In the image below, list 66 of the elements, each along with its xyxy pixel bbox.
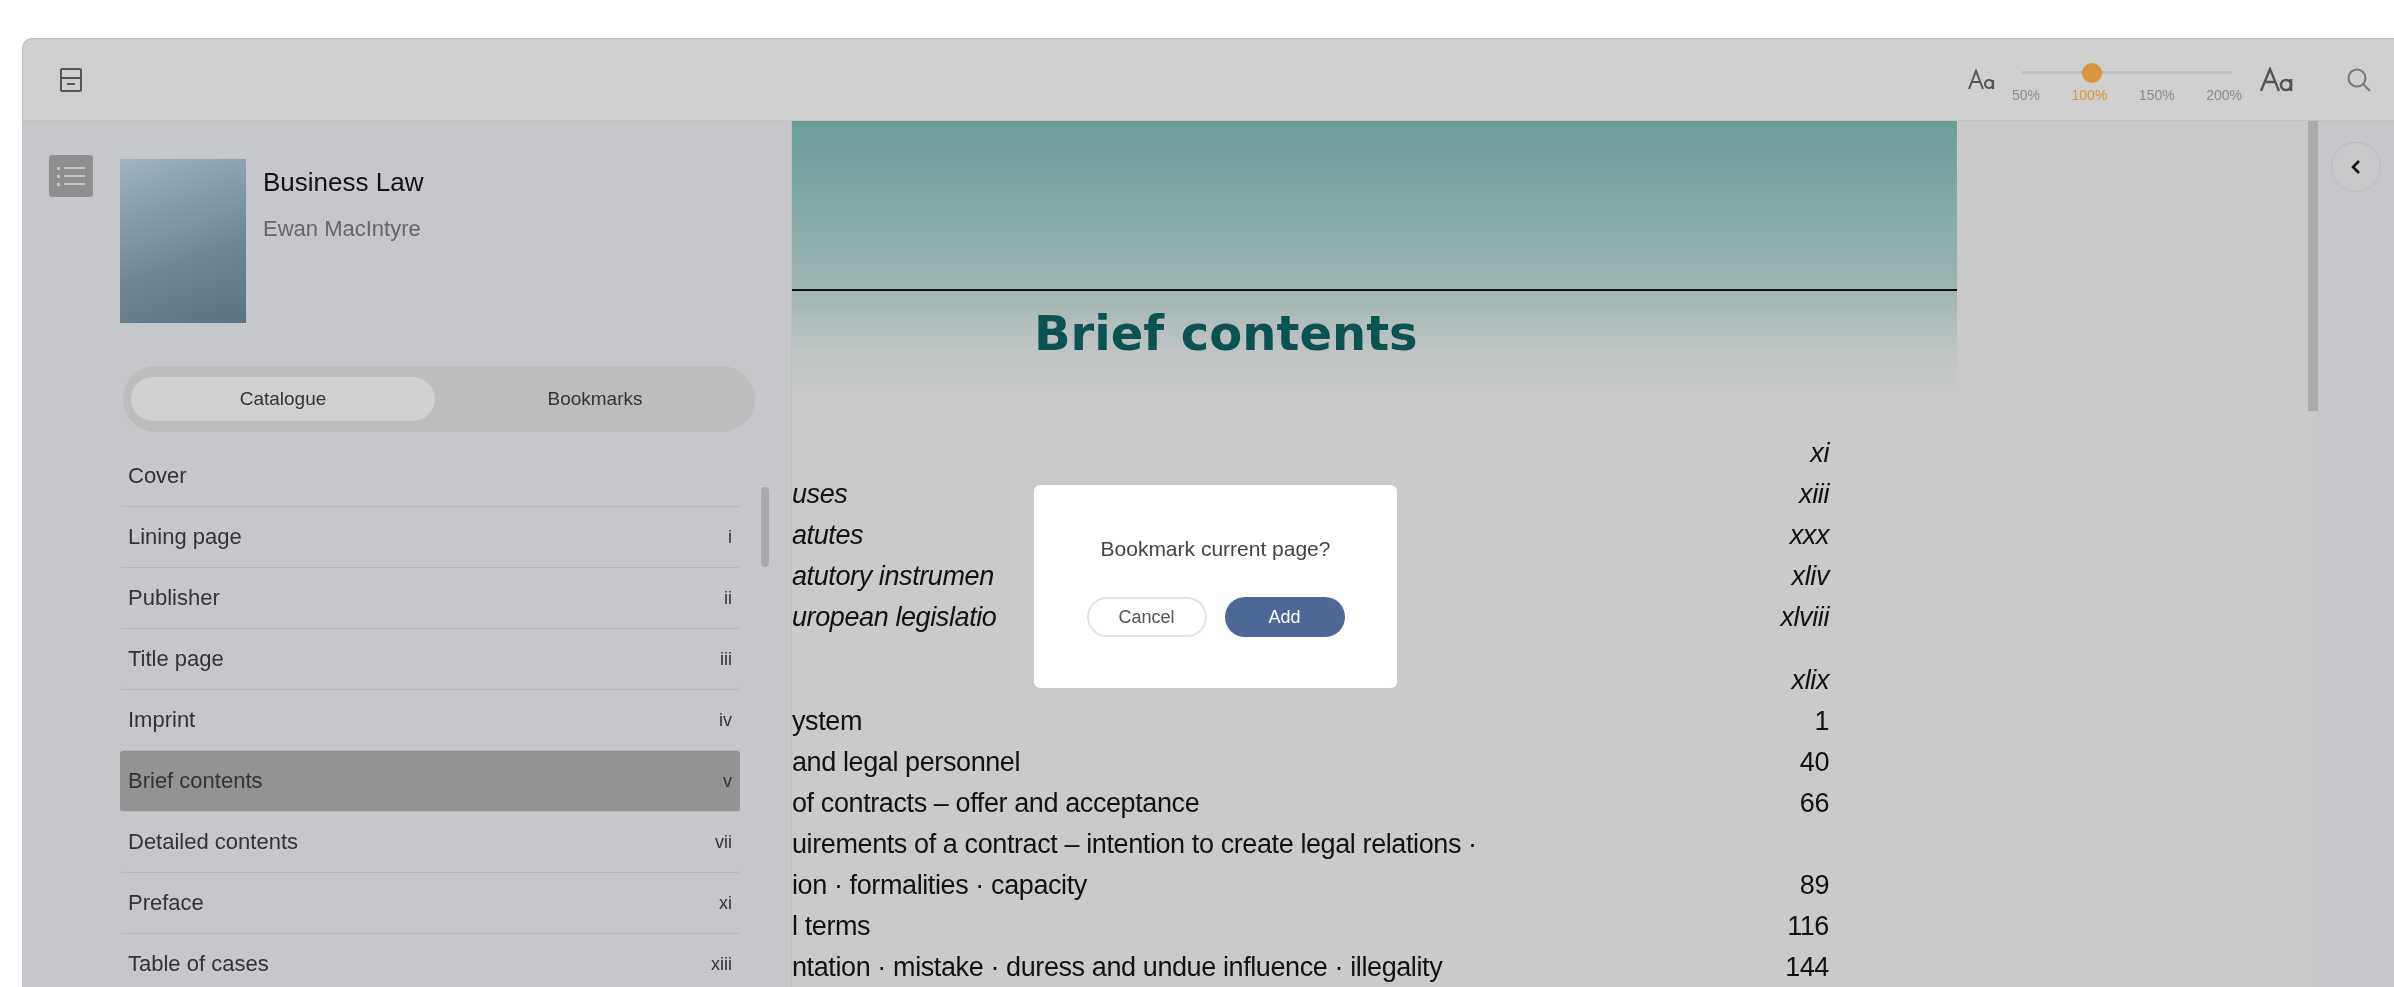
dialog-message: Bookmark current page? — [1100, 537, 1331, 561]
page-number: i — [728, 526, 732, 548]
page-number: xlviii — [1780, 602, 1829, 633]
chapter-title: Cover — [128, 463, 187, 489]
page-number: xlix — [1791, 665, 1829, 696]
catalogue-item[interactable]: Cover — [120, 446, 740, 507]
page-number: 1 — [1814, 706, 1829, 737]
page-number: 144 — [1785, 952, 1829, 983]
add-button[interactable]: Add — [1224, 597, 1345, 637]
chevron-left-icon — [2351, 160, 2361, 174]
catalogue-item[interactable]: Publisher ii — [120, 568, 740, 629]
book-title: Business Law — [263, 167, 424, 198]
tab[interactable]: Catalogue — [131, 377, 435, 421]
contents-entry: and legal personnel — [792, 747, 1021, 778]
contents-entry: atutes — [792, 520, 864, 551]
page-number: xi — [1810, 438, 1829, 469]
page-number: iv — [719, 709, 732, 731]
contents-entry: ion · formalities · capacity — [792, 870, 1087, 901]
slider-thumb[interactable] — [2081, 62, 2102, 83]
contents-entry: of contracts – offer and acceptance — [792, 788, 1200, 819]
page-number: xliv — [1791, 561, 1829, 592]
collapse-button[interactable] — [2331, 142, 2381, 192]
scrollbar-thumb[interactable] — [2308, 121, 2318, 411]
page-number: 40 — [1799, 747, 1829, 778]
cancel-button[interactable]: Cancel — [1086, 597, 1207, 637]
smaller-font-icon[interactable] — [1968, 68, 1996, 91]
catalogue-item[interactable]: Table of cases xiii — [120, 934, 740, 987]
page-number: xiii — [711, 953, 732, 975]
larger-font-icon[interactable] — [2260, 66, 2294, 93]
page-number: 116 — [1787, 911, 1829, 942]
chapter-title: Detailed contents — [128, 829, 298, 855]
page-number: v — [723, 770, 732, 792]
catalogue-item[interactable]: Detailed contents vii — [120, 812, 740, 873]
chapter-title: Publisher — [128, 585, 220, 611]
contents-entry: uses — [792, 479, 848, 510]
page-heading: Brief contents — [1034, 305, 1419, 361]
catalogue-item[interactable]: Preface xi — [120, 873, 740, 934]
contents-entry: l terms — [792, 911, 871, 942]
chapter-title: Table of cases — [128, 951, 269, 977]
contents-entry: uropean legislatio — [792, 602, 997, 633]
chapter-title: Preface — [128, 890, 204, 916]
contents-entry: uirements of a contract – intention to create legal relations · — [792, 829, 1477, 860]
book-author: Ewan MacIntyre — [263, 216, 422, 242]
tab[interactable]: Bookmarks — [443, 377, 747, 421]
scrollbar-thumb[interactable] — [761, 487, 769, 567]
contents-entry: ystem — [792, 706, 862, 737]
page-number: 89 — [1799, 870, 1829, 901]
search-icon[interactable] — [2346, 66, 2372, 93]
page-number: iii — [720, 648, 732, 670]
catalogue-item[interactable]: Lining page i — [120, 507, 740, 568]
chapter-title: Imprint — [128, 707, 196, 733]
document-icon[interactable] — [60, 67, 82, 92]
list-icon[interactable] — [49, 155, 93, 197]
page-number: xxx — [1789, 520, 1829, 551]
page-number: xiii — [1799, 479, 1829, 510]
chapter-title: Lining page — [128, 524, 242, 550]
page-number: ii — [724, 587, 732, 609]
contents-entry: ntation · mistake · duress and undue influence · illegality — [792, 952, 1443, 983]
page-number: 66 — [1799, 788, 1829, 819]
catalogue-item[interactable]: Title page iii — [120, 629, 740, 690]
page-number: xi — [719, 892, 732, 914]
contents-entry: atutory instrumen — [792, 561, 994, 592]
chapter-title: Brief contents — [128, 768, 263, 794]
catalogue-item[interactable]: Brief contents v — [120, 751, 740, 812]
page-number: vii — [715, 831, 732, 853]
chapter-title: Title page — [128, 646, 224, 672]
